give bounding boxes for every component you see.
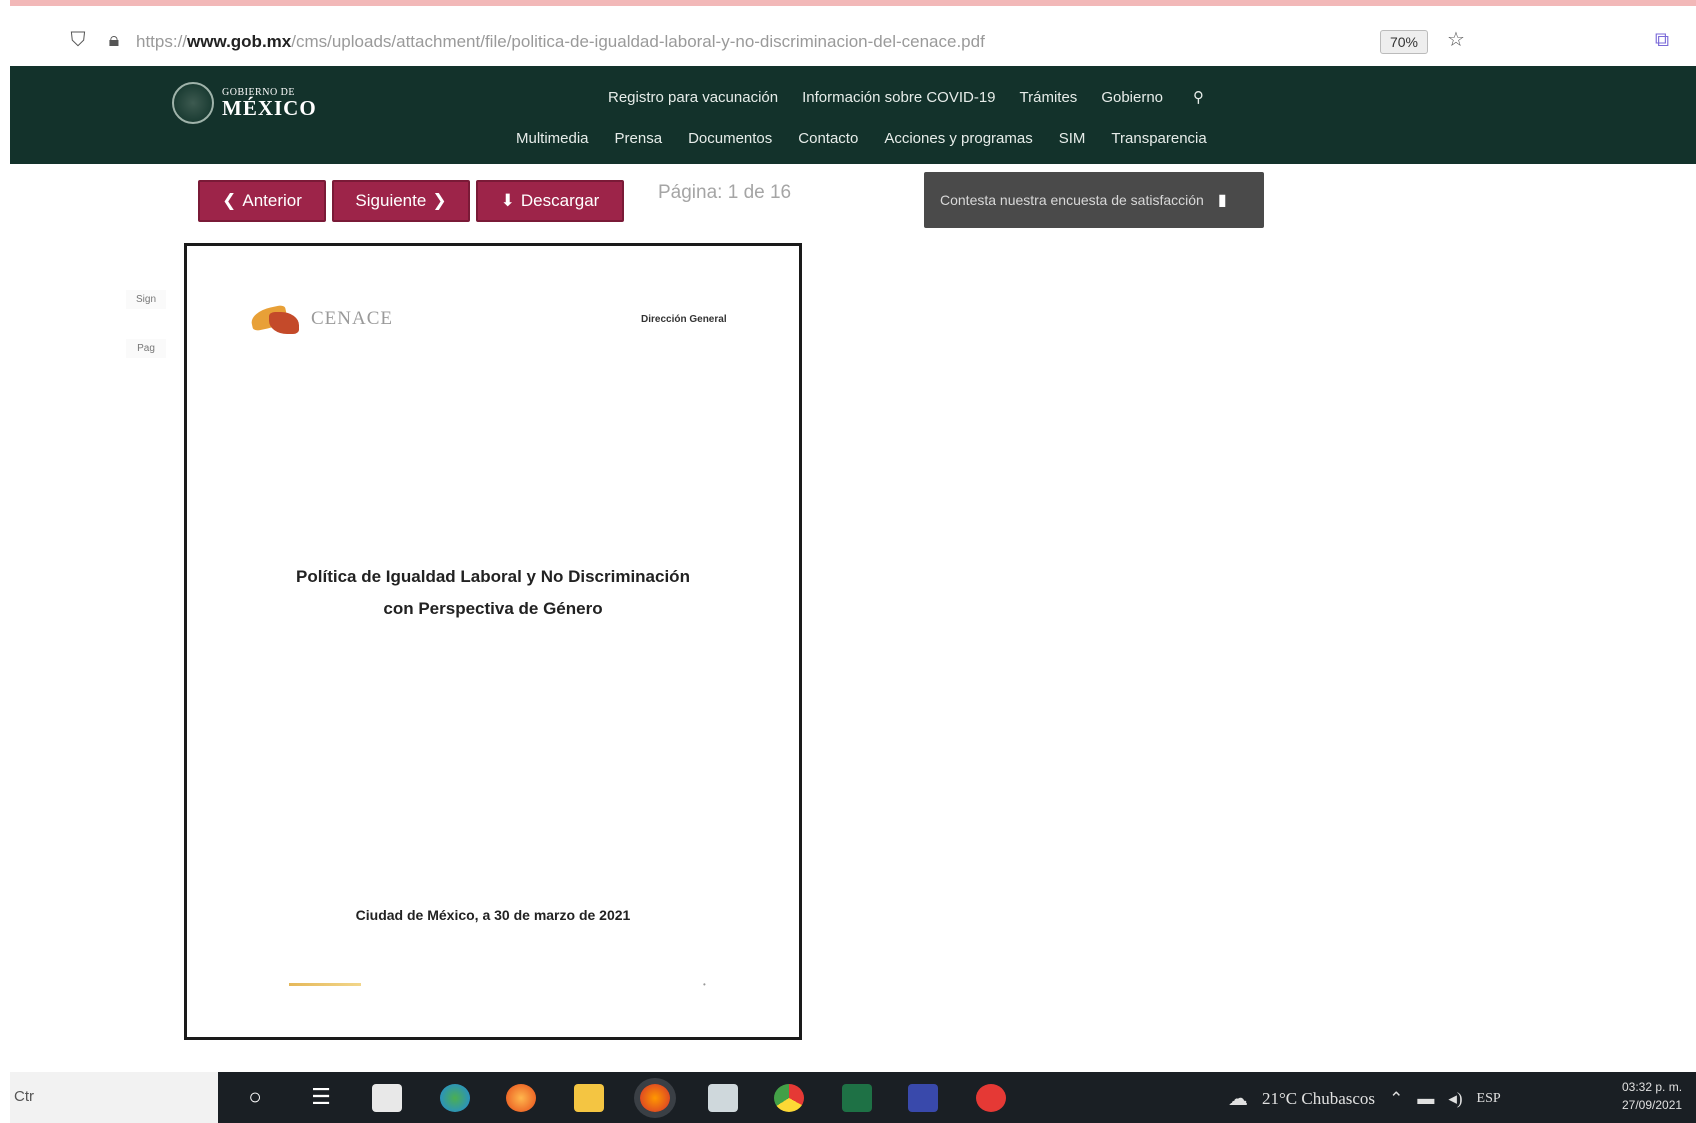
chrome-app-icon[interactable]: [440, 1084, 470, 1112]
screen: ⛉ 🔒︎ https://www.gob.mx/cms/uploads/atta…: [0, 0, 1696, 1123]
side-label[interactable]: Sign: [126, 290, 166, 309]
taskbar-clock[interactable]: 03:32 p. m. 27/09/2021: [1622, 1078, 1682, 1114]
volume-icon[interactable]: ◂): [1448, 1089, 1462, 1109]
national-seal-icon: [172, 82, 214, 124]
nav-acciones-programas[interactable]: Acciones y programas: [884, 130, 1032, 147]
nav-documentos[interactable]: Documentos: [688, 130, 772, 147]
url-domain: www.gob.mx: [187, 32, 292, 51]
shield-icon[interactable]: ⛉: [66, 28, 90, 52]
download-icon: ⬇: [500, 191, 515, 210]
browser-address-bar: ⛉ 🔒︎ https://www.gob.mx/cms/uploads/atta…: [10, 0, 1696, 66]
footer-accent-line: [289, 983, 361, 986]
survey-text: Contesta nuestra encuesta de satisfacció…: [940, 192, 1204, 208]
excel-icon[interactable]: [842, 1084, 872, 1112]
next-label: Siguiente: [355, 191, 427, 210]
next-button[interactable]: Siguiente ❯: [332, 180, 470, 222]
nav-multimedia[interactable]: Multimedia: [516, 130, 589, 147]
file-explorer-icon[interactable]: [574, 1084, 604, 1112]
remote-app-icon[interactable]: [908, 1084, 938, 1112]
chevron-up-icon[interactable]: ⌃: [1389, 1089, 1403, 1109]
weather-text[interactable]: 21°C Chubascos: [1262, 1089, 1375, 1109]
nav-gobierno[interactable]: Gobierno: [1101, 89, 1163, 106]
url-scheme: https://: [136, 32, 188, 51]
title-line-2: con Perspectiva de Género: [383, 599, 603, 618]
url-field[interactable]: https://www.gob.mx/cms/uploads/attachmen…: [136, 32, 1366, 52]
cenace-logo: CENACE: [249, 304, 393, 334]
task-view-icon[interactable]: ☰: [306, 1082, 336, 1112]
chevron-left-icon: ❮: [222, 191, 237, 210]
extension-icon[interactable]: ⧉: [1650, 28, 1674, 52]
download-button[interactable]: ⬇ Descargar: [476, 180, 624, 222]
star-icon[interactable]: ☆: [1444, 28, 1468, 52]
taskbar-search-box[interactable]: Ctr: [10, 1072, 218, 1123]
lock-icon[interactable]: 🔒︎: [102, 28, 126, 52]
nav-tramites[interactable]: Trámites: [1020, 89, 1078, 106]
previous-button[interactable]: ❮ Anterior: [198, 180, 326, 222]
pdf-page: CENACE Dirección General Política de Igu…: [184, 243, 802, 1040]
clock-time: 03:32 p. m.: [1622, 1080, 1683, 1094]
cenace-emblem-icon: [249, 304, 303, 334]
document-title: Política de Igualdad Laboral y No Discri…: [187, 561, 799, 625]
firefox-active-icon[interactable]: [640, 1084, 670, 1112]
cortana-icon[interactable]: ○: [240, 1082, 270, 1112]
nav-sim[interactable]: SIM: [1059, 130, 1086, 147]
nav-prensa[interactable]: Prensa: [615, 130, 663, 147]
url-path: /cms/uploads/attachment/file/politica-de…: [291, 32, 985, 51]
sub-nav: Multimedia Prensa Documentos Contacto Ac…: [516, 130, 1207, 147]
title-line-1: Política de Igualdad Laboral y No Discri…: [296, 567, 690, 586]
side-label[interactable]: Pag: [126, 339, 166, 358]
chevron-right-icon: ❯: [432, 191, 447, 210]
clock-date: 27/09/2021: [1622, 1098, 1683, 1112]
network-icon[interactable]: ▬: [1417, 1089, 1434, 1109]
language-indicator[interactable]: ESP: [1477, 1091, 1501, 1107]
nav-covid-info[interactable]: Información sobre COVID-19: [802, 89, 995, 106]
top-nav: Registro para vacunación Información sob…: [608, 88, 1204, 107]
side-thumbnail-labels: Sign Pag: [126, 290, 166, 388]
close-icon[interactable]: ▮: [1218, 190, 1227, 210]
nav-contacto[interactable]: Contacto: [798, 130, 858, 147]
download-label: Descargar: [520, 191, 600, 210]
acrobat-icon[interactable]: [976, 1084, 1006, 1112]
nav-registro-vacunacion[interactable]: Registro para vacunación: [608, 89, 778, 106]
footer-mark: •: [703, 980, 706, 989]
search-icon[interactable]: ⚲: [1193, 88, 1204, 106]
system-tray: ☁ 21°C Chubascos ⌃ ▬ ◂) ESP: [1228, 1086, 1501, 1111]
gob-mexico-logo[interactable]: GOBIERNO DE MÉXICO: [172, 78, 332, 128]
page-count: Página: 1 de 16: [658, 182, 792, 203]
taskbar-search-text: Ctr: [14, 1088, 34, 1105]
doc-corner-text: Dirección General: [641, 314, 727, 325]
site-header: GOBIERNO DE MÉXICO Registro para vacunac…: [10, 66, 1696, 164]
document-date: Ciudad de México, a 30 de marzo de 2021: [355, 907, 631, 923]
store-icon[interactable]: [372, 1084, 402, 1112]
windows-taskbar: Ctr ○ ☰ ☁ 21°C Chubascos ⌃ ▬ ◂) ESP 03:3…: [10, 1072, 1696, 1123]
nav-transparencia[interactable]: Transparencia: [1111, 130, 1206, 147]
logo-big-text: MÉXICO: [222, 95, 317, 120]
paint-icon[interactable]: [708, 1084, 738, 1112]
survey-banner[interactable]: Contesta nuestra encuesta de satisfacció…: [924, 172, 1264, 228]
zoom-badge[interactable]: 70%: [1380, 30, 1428, 54]
previous-label: Anterior: [242, 191, 302, 210]
firefox-icon[interactable]: [506, 1084, 536, 1112]
cloud-rain-icon: ☁: [1228, 1088, 1248, 1110]
chrome-icon[interactable]: [774, 1084, 804, 1112]
cenace-logo-text: CENACE: [311, 308, 393, 329]
